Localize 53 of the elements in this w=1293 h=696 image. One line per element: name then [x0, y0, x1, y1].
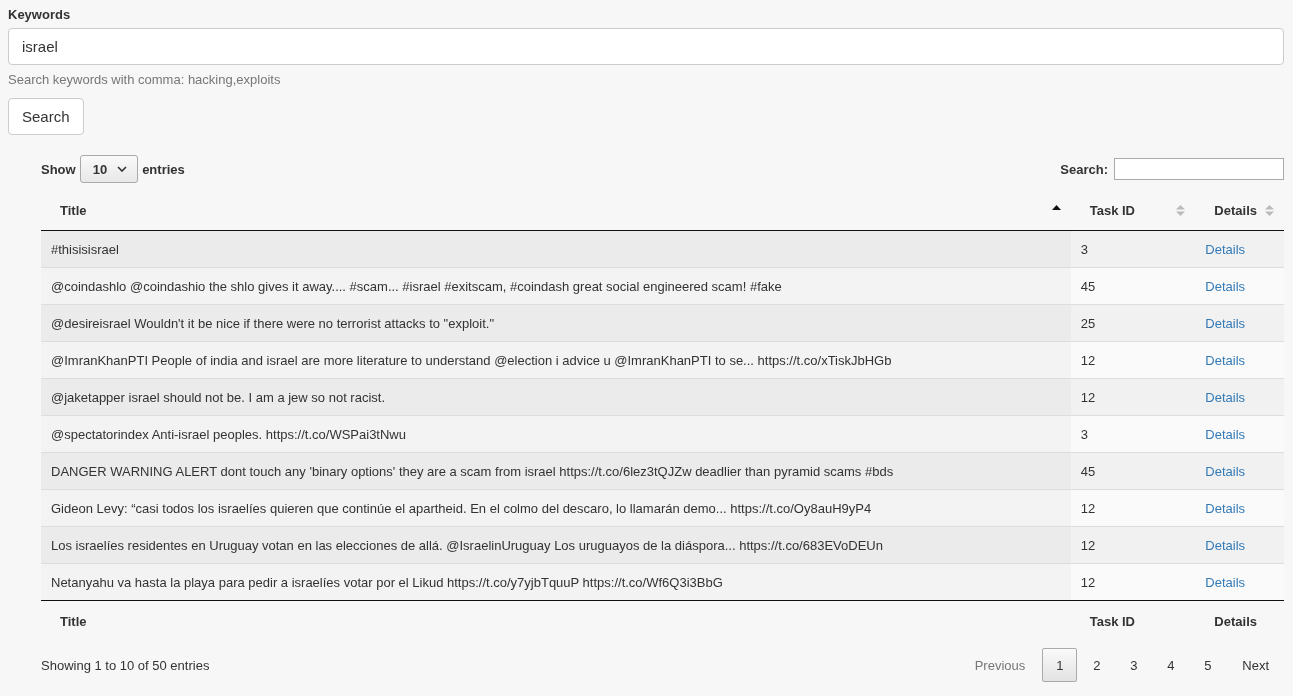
- details-link[interactable]: Details: [1205, 574, 1246, 590]
- table-search-field[interactable]: [1114, 158, 1284, 180]
- table-cell: 12: [1070, 378, 1196, 416]
- table-cell: 12: [1070, 489, 1196, 527]
- table-cell: 45: [1070, 267, 1196, 305]
- table-cell: 45: [1070, 452, 1196, 490]
- page-size-select[interactable]: 10: [79, 155, 139, 183]
- keywords-field[interactable]: israel: [8, 28, 1284, 65]
- table-cell: @ImranKhanPTI People of india and israel are more literature to understand @election i advice u @ImranKhanPTI to se... https://t.co/xTiskJbHGb: [41, 341, 1071, 379]
- table-cell: @jaketapper israel should not be. I am a jew so not racist.: [41, 378, 1071, 416]
- search-button[interactable]: Search: [8, 98, 84, 135]
- table-cell: 3: [1070, 415, 1196, 453]
- details-link[interactable]: Details: [1205, 389, 1246, 405]
- table-cell: @coindashlo @coindashio the shlo gives it away.... #scam... #israel #exitscam, #coindash great social engineered scam! #fake: [41, 267, 1071, 305]
- details-link[interactable]: Details: [1205, 352, 1246, 368]
- column-header[interactable]: Details: [1195, 191, 1284, 231]
- column-footer: Task ID: [1070, 600, 1196, 640]
- show-label: Show: [41, 161, 76, 177]
- pagination-nav-button[interactable]: Next: [1227, 648, 1284, 682]
- details-link[interactable]: Details: [1205, 463, 1246, 479]
- keywords-label: Keywords: [8, 7, 71, 22]
- caret-icon: [117, 166, 128, 172]
- page-button[interactable]: 4: [1153, 648, 1189, 682]
- column-footer: Details: [1195, 600, 1284, 640]
- table-cell: 12: [1070, 563, 1196, 601]
- table-cell: @desireisrael Wouldn't it be nice if there were no terrorist attacks to "exploit.": [41, 304, 1071, 342]
- table-cell: 12: [1070, 341, 1196, 379]
- search-label: Search:: [1060, 161, 1108, 177]
- table-cell: #thisisisrael: [41, 230, 1071, 268]
- details-link[interactable]: Details: [1205, 500, 1246, 516]
- table-cell: 12: [1070, 526, 1196, 564]
- table-cell: DANGER WARNING ALERT dont touch any 'binary options' they are a scam from israel https://t.co/6lez3tQJZw deadlier than pyramid scams #bds: [41, 452, 1071, 490]
- column-header[interactable]: Task ID: [1070, 191, 1196, 231]
- column-header[interactable]: Title: [41, 191, 1071, 231]
- details-link[interactable]: Details: [1205, 278, 1246, 294]
- page-button[interactable]: 3: [1116, 648, 1152, 682]
- table-cell: @spectatorindex Anti-israel peoples. https://t.co/WSPai3tNwu: [41, 415, 1071, 453]
- help-text: Search keywords with comma: hacking,exploits: [8, 72, 281, 87]
- details-link[interactable]: Details: [1205, 426, 1246, 442]
- entries-label: entries: [142, 161, 185, 177]
- page-button[interactable]: 5: [1190, 648, 1226, 682]
- details-link[interactable]: Details: [1205, 241, 1246, 257]
- details-link[interactable]: Details: [1205, 537, 1246, 553]
- page-button[interactable]: 1: [1042, 648, 1078, 682]
- table-cell: Netanyahu va hasta la playa para pedir a israelíes votar por el Likud https://t.co/y7yjbTquuP https://t.co/Wf6Q3i3BbG: [41, 563, 1071, 601]
- table-cell: Gideon Levy: “casi todos los israelíes quieren que continúe el apartheid. En el colmo del descaro, lo llamarán demo... https://t.co/Oy8auH9yP4: [41, 489, 1071, 527]
- table-cell: 3: [1070, 230, 1196, 268]
- table-cell: 25: [1070, 304, 1196, 342]
- entries-info: Showing 1 to 10 of 50 entries: [41, 657, 210, 673]
- page-button[interactable]: 2: [1079, 648, 1115, 682]
- table-cell: Los israelíes residentes en Uruguay votan en las elecciones de allá. @IsraelinUruguay Los uruguayos de la diáspora... https://t.co/683EVoDEUn: [41, 526, 1071, 564]
- column-footer: Title: [41, 600, 1071, 640]
- details-link[interactable]: Details: [1205, 315, 1246, 331]
